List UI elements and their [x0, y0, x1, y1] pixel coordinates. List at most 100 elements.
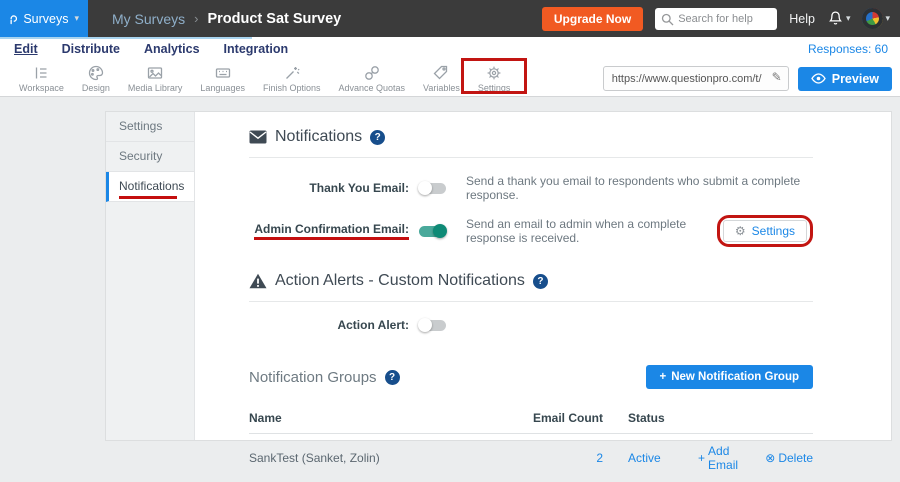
tab-analytics[interactable]: Analytics: [144, 42, 200, 56]
tab-distribute[interactable]: Distribute: [62, 42, 120, 56]
toolbar-item-media-library[interactable]: Media Library: [119, 64, 192, 93]
action-alert-toggle[interactable]: [419, 320, 446, 331]
edit-toolbar: Workspace Design Media Library Languages: [0, 61, 900, 97]
column-header-email-count: Email Count: [503, 411, 603, 425]
toolbar-item-label: Design: [82, 83, 110, 93]
settings-gear-icon: [485, 64, 503, 82]
chevron-down-icon: ▾: [846, 14, 851, 23]
content-area: Settings Security Notifications Notifica…: [0, 97, 900, 441]
settings-button-label: Settings: [752, 224, 795, 238]
survey-url-input[interactable]: [603, 66, 789, 91]
notification-groups-header: Notification Groups ? + New Notification…: [249, 365, 813, 389]
sidebar-item-label: Notifications: [119, 179, 184, 193]
divider: [249, 301, 813, 302]
admin-confirmation-email-toggle[interactable]: [419, 226, 446, 237]
breadcrumb-current-survey: Product Sat Survey: [207, 11, 341, 27]
section-title: Notifications: [275, 128, 362, 146]
help-icon[interactable]: ?: [370, 130, 385, 145]
thank-you-email-label: Thank You Email:: [249, 181, 409, 195]
advance-quotas-links-icon: [363, 64, 381, 82]
notifications-bell[interactable]: ▾: [827, 10, 851, 27]
toolbar-item-variables[interactable]: Variables: [414, 64, 469, 93]
gear-icon: ⚙: [735, 224, 746, 238]
action-alerts-section-header: Action Alerts - Custom Notifications ?: [249, 272, 813, 290]
delete-label: Delete: [778, 451, 813, 465]
breadcrumb: My Surveys › Product Sat Survey: [112, 11, 341, 27]
preview-button[interactable]: Preview: [798, 67, 892, 91]
divider: [249, 157, 813, 158]
surveys-menu[interactable]: Surveys ▾: [0, 0, 88, 37]
breadcrumb-separator: ›: [194, 11, 198, 26]
toggle-knob: [433, 224, 447, 238]
admin-email-settings-button[interactable]: ⚙ Settings: [723, 220, 807, 242]
warning-triangle-icon: [249, 273, 267, 289]
column-header-status: Status: [628, 411, 698, 425]
help-icon[interactable]: ?: [385, 370, 400, 385]
chevron-down-icon: ▾: [885, 14, 890, 23]
envelope-icon: [249, 130, 267, 144]
survey-nav: Edit Distribute Analytics Integration Re…: [0, 37, 900, 61]
toolbar-item-finish-options[interactable]: Finish Options: [254, 64, 330, 93]
toolbar-item-label: Variables: [423, 83, 460, 93]
surveys-menu-label: Surveys: [23, 12, 68, 26]
toggle-knob: [418, 181, 432, 195]
sidebar-item-security[interactable]: Security: [106, 142, 194, 172]
section-title: Action Alerts - Custom Notifications: [275, 272, 525, 290]
admin-confirmation-email-description: Send an email to admin when a complete r…: [466, 217, 717, 245]
new-group-button-label: New Notification Group: [671, 371, 799, 383]
toggle-knob: [418, 318, 432, 332]
tab-edit[interactable]: Edit: [14, 42, 38, 56]
bell-icon: [827, 10, 844, 27]
breadcrumb-my-surveys[interactable]: My Surveys: [112, 11, 185, 27]
group-name: SankTest (Sanket, Zolin): [249, 451, 503, 465]
groups-table-header: Name Email Count Status: [249, 403, 813, 434]
toolbar-item-settings[interactable]: Settings: [469, 64, 520, 93]
avatar: [862, 8, 883, 29]
design-palette-icon: [87, 64, 105, 82]
sidebar-item-settings[interactable]: Settings: [106, 112, 194, 142]
plus-icon: +: [660, 371, 667, 383]
questionpro-logo: [9, 9, 17, 29]
survey-url-field: ✎: [603, 66, 789, 91]
preview-button-label: Preview: [832, 72, 879, 86]
responses-count[interactable]: Responses: 60: [808, 42, 888, 56]
action-alert-label: Action Alert:: [249, 318, 409, 332]
finish-options-wand-icon: [283, 64, 301, 82]
toolbar-item-advance-quotas[interactable]: Advance Quotas: [329, 64, 414, 93]
toolbar-right: ✎ Preview: [603, 66, 892, 91]
sidebar-item-notifications[interactable]: Notifications: [106, 172, 194, 202]
delete-group-link[interactable]: ⊗ Delete: [765, 444, 813, 472]
eye-icon: [811, 73, 826, 84]
thank-you-email-toggle[interactable]: [419, 183, 446, 194]
thank-you-email-row: Thank You Email: Send a thank you email …: [249, 174, 813, 202]
toolbar-item-label: Workspace: [19, 83, 64, 93]
annotation-red-underline-notifications: [119, 196, 177, 199]
help-link[interactable]: Help: [789, 12, 815, 26]
group-email-count[interactable]: 2: [503, 451, 603, 465]
toolbar-item-design[interactable]: Design: [73, 64, 119, 93]
nav-tabs: Edit Distribute Analytics Integration: [14, 42, 288, 56]
upgrade-now-button[interactable]: Upgrade Now: [542, 7, 643, 31]
new-notification-group-button[interactable]: + New Notification Group: [646, 365, 814, 389]
admin-confirmation-email-label: Admin Confirmation Email:: [249, 222, 409, 240]
notifications-main: Notifications ? Thank You Email: Send a …: [195, 112, 891, 440]
toolbar-item-workspace[interactable]: Workspace: [10, 64, 73, 93]
group-status[interactable]: Active: [628, 451, 698, 465]
notifications-section-header: Notifications ?: [249, 128, 813, 146]
group-row-actions: + Add Email ⊗ Delete: [698, 444, 813, 472]
annotation-red-underline-admin-label: Admin Confirmation Email:: [254, 222, 409, 240]
variables-tag-icon: [432, 64, 450, 82]
toolbar-item-label: Advance Quotas: [338, 83, 405, 93]
edit-url-pencil-icon[interactable]: ✎: [772, 70, 782, 84]
progress-strip: [0, 37, 252, 39]
add-email-link[interactable]: + Add Email: [698, 444, 755, 472]
account-menu[interactable]: ▾: [862, 8, 890, 29]
tab-integration[interactable]: Integration: [224, 42, 289, 56]
toolbar-item-label: Settings: [478, 83, 511, 93]
top-bar: Surveys ▾ My Surveys › Product Sat Surve…: [0, 0, 900, 37]
help-icon[interactable]: ?: [533, 274, 548, 289]
settings-panel: Settings Security Notifications Notifica…: [105, 111, 892, 441]
languages-keyboard-icon: [214, 64, 232, 82]
toolbar-item-languages[interactable]: Languages: [191, 64, 254, 93]
thank-you-email-description: Send a thank you email to respondents wh…: [466, 174, 813, 202]
